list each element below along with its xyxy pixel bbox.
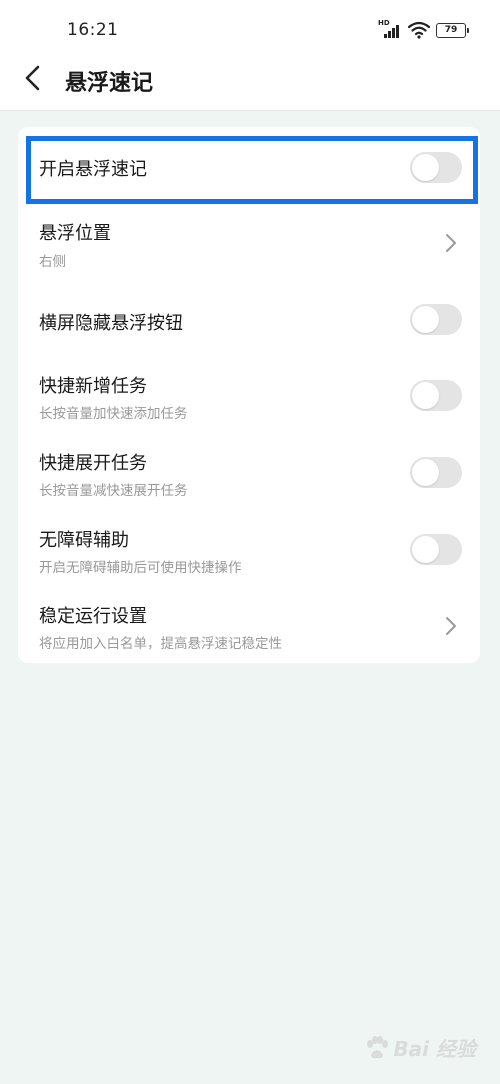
watermark-text: Bai 经验 [393,1037,476,1061]
back-arrow-icon [25,65,40,91]
app-bar: 悬浮速记 [0,56,500,110]
quick-add-toggle[interactable] [410,380,462,411]
paw-logo-icon [367,1035,389,1058]
status-time: 16:21 [67,20,119,40]
hide-landscape-toggle[interactable] [410,304,462,335]
accessibility-toggle[interactable] [410,534,462,565]
setting-hide-landscape-label: 横屏隐藏悬浮按钮 [39,313,183,334]
setting-quick-expand[interactable]: 快捷展开任务 长按音量减快速展开任务 [18,440,480,510]
setting-accessibility-label: 无障碍辅助 [39,530,129,551]
setting-quick-add-desc: 长按音量加快速添加任务 [39,406,188,422]
cellular-signal-icon: HD [378,19,402,40]
setting-quick-expand-label: 快捷展开任务 [39,453,147,474]
setting-hide-landscape[interactable]: 横屏隐藏悬浮按钮 [18,287,480,353]
enable-float-toggle[interactable] [410,152,462,183]
wifi-icon [408,21,430,39]
setting-accessibility[interactable]: 无障碍辅助 开启无障碍辅助后可使用快捷操作 [18,517,480,587]
setting-stable-run[interactable]: 稳定运行设置 将应用加入白名单，提高悬浮速记稳定性 [18,593,480,663]
setting-enable-float-label: 开启悬浮速记 [39,159,147,180]
chevron-right-icon [446,234,456,252]
status-icons: HD 79 [378,19,469,40]
battery-level: 79 [444,24,458,35]
toggle-knob [412,536,439,563]
toggle-knob [412,459,439,486]
top-area: 16:21 HD 79 悬浮速记 [0,0,500,111]
network-type-label: HD [378,19,390,27]
setting-float-position-value: 右侧 [39,254,66,270]
setting-accessibility-desc: 开启无障碍辅助后可使用快捷操作 [39,560,242,576]
status-bar: 16:21 HD 79 [0,0,500,56]
setting-stable-run-label: 稳定运行设置 [39,606,147,627]
watermark: Bai 经验 [364,1033,476,1062]
toggle-knob [412,154,439,181]
setting-stable-run-desc: 将应用加入白名单，提高悬浮速记稳定性 [39,636,282,652]
setting-float-position[interactable]: 悬浮位置 右侧 [18,207,480,277]
battery-icon: 79 [436,22,469,38]
quick-expand-toggle[interactable] [410,457,462,488]
page-title: 悬浮速记 [65,71,154,96]
toggle-knob [412,382,439,409]
setting-quick-expand-desc: 长按音量减快速展开任务 [39,483,188,499]
settings-card: 开启悬浮速记 悬浮位置 右侧 横屏隐藏悬浮按钮 快捷新增任务 长按音量加快速添加… [18,127,480,663]
setting-quick-add[interactable]: 快捷新增任务 长按音量加快速添加任务 [18,363,480,433]
toggle-knob [412,306,439,333]
setting-float-position-label: 悬浮位置 [39,223,111,244]
setting-quick-add-label: 快捷新增任务 [39,376,147,397]
chevron-right-icon [446,617,456,635]
setting-enable-float[interactable]: 开启悬浮速记 [18,131,480,201]
back-button[interactable] [18,62,50,94]
